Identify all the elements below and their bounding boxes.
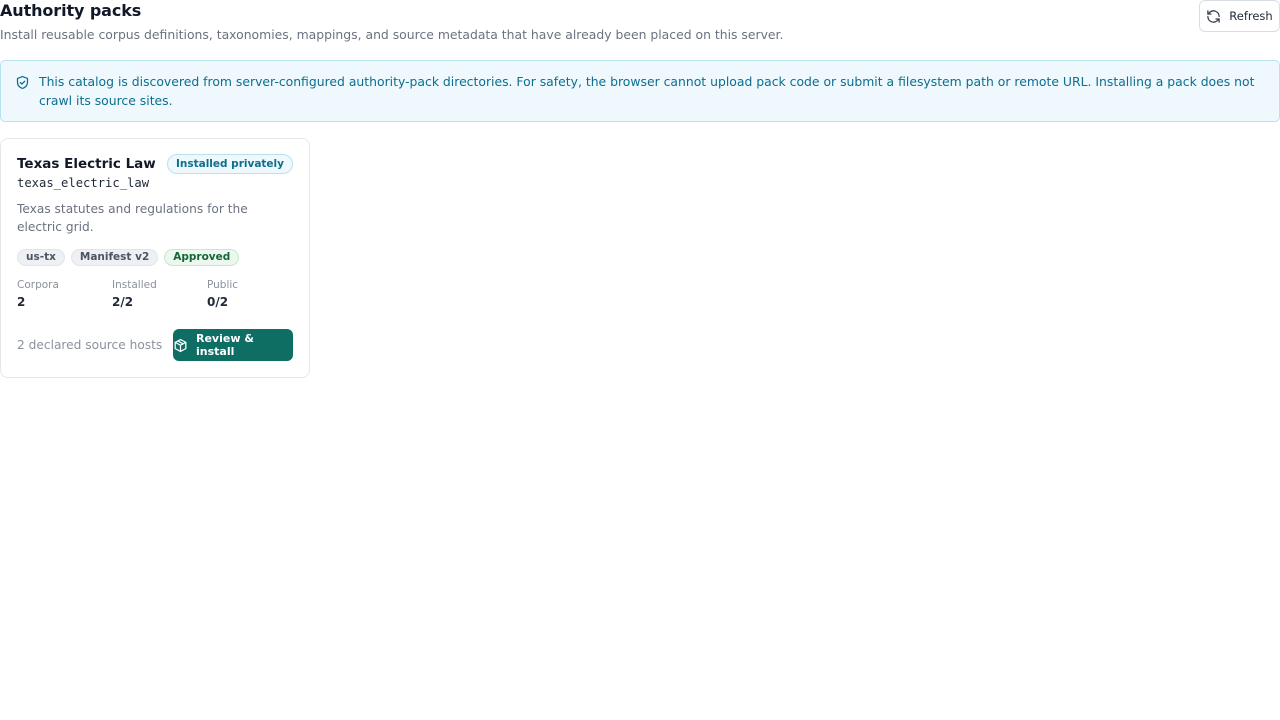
tag-jurisdiction: us-tx bbox=[17, 249, 65, 266]
stat-label: Corpora bbox=[17, 279, 59, 291]
refresh-button[interactable]: Refresh bbox=[1199, 0, 1280, 32]
install-label: Review & install bbox=[196, 332, 254, 358]
page-subtitle: Install reusable corpus definitions, tax… bbox=[0, 27, 784, 42]
package-icon bbox=[173, 338, 188, 353]
tag-manifest: Manifest v2 bbox=[70, 249, 159, 266]
page-title: Authority packs bbox=[0, 1, 142, 20]
stat-public: Public 0/2 bbox=[207, 279, 302, 311]
source-hosts: 2 declared source hosts bbox=[17, 338, 163, 352]
stat-corpora: Corpora 2 bbox=[17, 279, 112, 311]
review-install-button[interactable]: Review & install bbox=[173, 329, 293, 361]
refresh-label: Refresh bbox=[1229, 9, 1273, 23]
pack-id: texas_electric_law bbox=[17, 176, 150, 190]
status-badge: Installed privately bbox=[166, 154, 293, 174]
notice-text: This catalog is discovered from server-c… bbox=[39, 74, 1255, 108]
pack-stats: Corpora 2 Installed 2/2 Public 0/2 bbox=[17, 279, 302, 311]
tag-list: us-tx Manifest v2 Approved bbox=[17, 249, 240, 266]
stat-installed: Installed 2/2 bbox=[112, 279, 207, 311]
pack-card: Texas Electric Law Installed privately t… bbox=[0, 138, 310, 378]
pack-description: Texas statutes and regulations for the e… bbox=[17, 202, 248, 234]
stat-value: 2/2 bbox=[112, 295, 134, 309]
info-notice: This catalog is discovered from server-c… bbox=[0, 60, 1280, 122]
pack-name: Texas Electric Law bbox=[17, 156, 156, 172]
stat-value: 0/2 bbox=[207, 295, 229, 309]
tag-approved: Approved bbox=[164, 249, 240, 266]
refresh-icon bbox=[1206, 9, 1221, 24]
stat-label: Public bbox=[207, 279, 239, 291]
shield-check-icon bbox=[15, 75, 30, 90]
stat-label: Installed bbox=[112, 279, 157, 291]
stat-value: 2 bbox=[17, 295, 26, 309]
authority-packs-page: Authority packs Install reusable corpus … bbox=[0, 0, 1280, 720]
